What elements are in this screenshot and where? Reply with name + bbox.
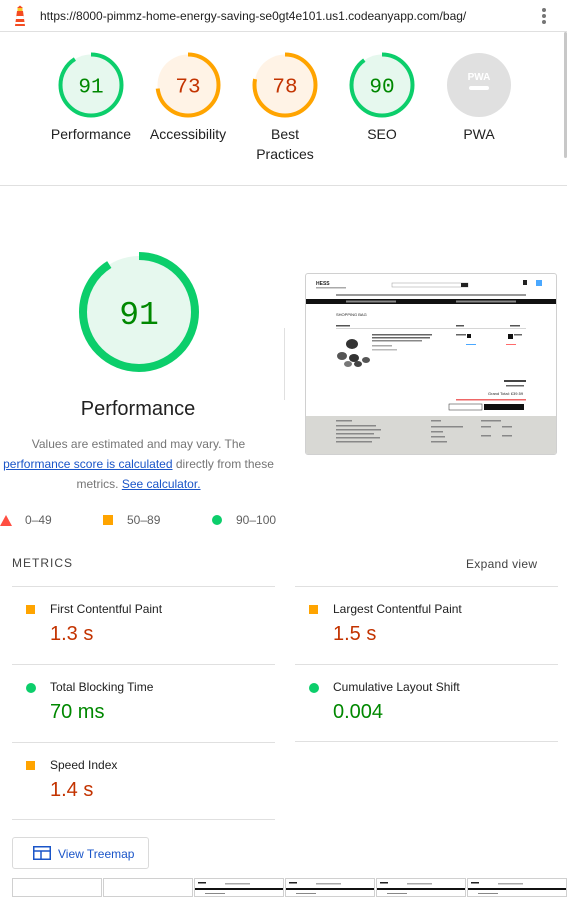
gauge-label: SEO <box>367 126 397 142</box>
gauge-label: Best Practices <box>256 126 314 162</box>
metric-total-blocking-time: Total Blocking Time 70 ms <box>12 664 275 742</box>
square-average-icon <box>26 605 35 614</box>
metric-first-contentful-paint: First Contentful Paint 1.3 s <box>12 586 275 664</box>
more-menu-icon[interactable] <box>538 8 550 26</box>
thumb-heading: SHOPPING BAG <box>336 312 367 317</box>
view-treemap-button[interactable]: View Treemap <box>12 837 149 869</box>
expand-view-toggle[interactable]: Expand view <box>466 557 537 571</box>
legend-fail: 0–49 <box>0 512 70 528</box>
legend-pass: 90–100 <box>212 512 292 528</box>
lighthouse-icon <box>15 5 25 26</box>
score-summary: 91 Performance 73 Accessibility 78 Best Pract… <box>0 32 567 186</box>
filmstrip <box>12 878 567 897</box>
filmstrip-frame <box>194 878 284 897</box>
score-ring: 78 <box>252 52 318 118</box>
gauge-best-practices[interactable]: 78 Best Practices <box>235 52 335 164</box>
score-ring: 90 <box>349 52 415 118</box>
pwa-icon: PWA <box>447 53 511 117</box>
legend-fail-label: 0–49 <box>25 513 52 527</box>
view-treemap-label: View Treemap <box>58 847 135 861</box>
metrics-bottom-border <box>12 819 275 820</box>
gauge-score: 78 <box>272 77 297 100</box>
desc-end: metrics. <box>76 477 119 491</box>
filmstrip-frame <box>285 878 375 897</box>
page-thumbnail: HESS SHOPPING BAG Grand Total: £39.59 <box>306 280 556 454</box>
filmstrip-frame <box>12 878 102 897</box>
metric-value: 70 ms <box>50 701 105 723</box>
metric-label: Cumulative Layout Shift <box>333 680 460 694</box>
metric-value: 1.5 s <box>333 623 377 645</box>
gauge-score: 73 <box>175 77 200 100</box>
legend-average-label: 50–89 <box>127 513 161 527</box>
url-bar: https://8000-pimmz-home-energy-saving-se… <box>0 0 567 32</box>
calculator-link[interactable]: See calculator. <box>122 477 201 491</box>
square-average-icon <box>309 605 318 614</box>
url-text[interactable]: https://8000-pimmz-home-energy-saving-se… <box>40 9 466 23</box>
gauge-score: 91 <box>78 77 103 100</box>
score-ring: 91 <box>58 52 124 118</box>
filmstrip-frame <box>467 878 567 897</box>
metric-border <box>295 741 558 742</box>
metric-label: First Contentful Paint <box>50 602 163 616</box>
gauge-label: Performance <box>50 126 132 142</box>
treemap-icon <box>33 846 51 860</box>
thumb-total: Grand Total: £39.59 <box>488 391 524 396</box>
circle-pass-icon <box>309 683 319 693</box>
pwa-badge-text: PWA <box>468 72 491 83</box>
performance-score-link[interactable]: performance score is calculated <box>3 457 172 471</box>
metric-value: 1.4 s <box>50 779 94 801</box>
gauge-accessibility[interactable]: 73 Accessibility <box>138 52 238 144</box>
score-ring: 73 <box>155 52 221 118</box>
metric-label: Speed Index <box>50 758 118 772</box>
filmstrip-frame <box>376 878 466 897</box>
gauge-score: 91 <box>119 297 159 334</box>
thumb-brand: HESS <box>316 281 330 287</box>
metric-label: Largest Contentful Paint <box>333 602 462 616</box>
performance-gauge: 91 <box>79 252 199 372</box>
divider <box>284 328 285 400</box>
metrics-heading: METRICS <box>12 556 73 570</box>
metric-cumulative-layout-shift: Cumulative Layout Shift 0.004 <box>295 664 558 742</box>
performance-title: Performance <box>80 398 196 420</box>
gauge-label: PWA <box>463 126 495 142</box>
final-screenshot[interactable]: HESS SHOPPING BAG Grand Total: £39.59 <box>305 273 557 455</box>
legend-average: 50–89 <box>103 512 183 528</box>
circle-pass-icon <box>26 683 36 693</box>
metric-value: 1.3 s <box>50 623 94 645</box>
triangle-fail-icon <box>0 515 12 526</box>
metric-speed-index: Speed Index 1.4 s <box>12 742 275 820</box>
legend-pass-label: 90–100 <box>236 513 277 527</box>
gauge-label: Accessibility <box>149 126 227 142</box>
metric-value: 0.004 <box>333 701 384 723</box>
gauge-performance[interactable]: 91 Performance <box>41 52 141 144</box>
filmstrip-frame <box>103 878 193 897</box>
square-average-icon <box>103 515 113 525</box>
performance-description: Values are estimated and may vary. The p… <box>0 434 277 494</box>
gauge-seo[interactable]: 90 SEO <box>332 52 432 144</box>
circle-pass-icon <box>212 515 222 525</box>
metric-largest-contentful-paint: Largest Contentful Paint 1.5 s <box>295 586 558 664</box>
gauge-pwa[interactable]: PWA PWA <box>429 52 529 144</box>
gauge-score: 90 <box>369 77 394 100</box>
square-average-icon <box>26 761 35 770</box>
desc-middle: directly from these <box>175 457 274 471</box>
desc-prefix: Values are estimated and may vary. The <box>31 437 246 451</box>
metric-label: Total Blocking Time <box>50 680 154 694</box>
